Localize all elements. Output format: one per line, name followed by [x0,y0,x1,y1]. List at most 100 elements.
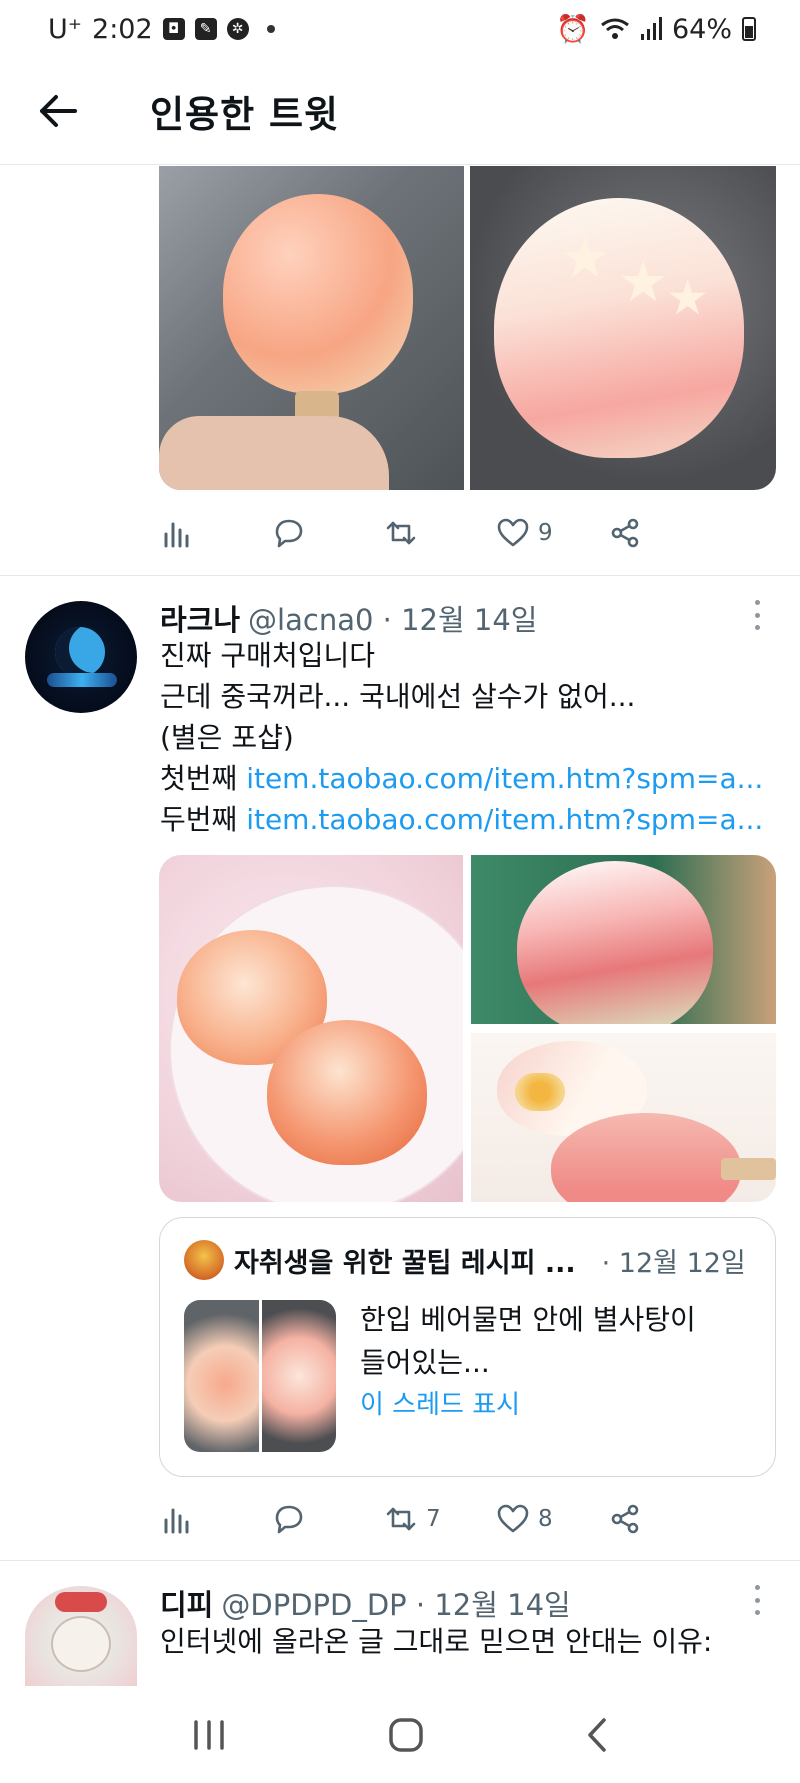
like-count: 9 [538,520,553,546]
candy-dots [515,1073,565,1111]
quote-text-line: 들어있는... [360,1346,490,1379]
water-reflection [47,673,117,687]
home-button[interactable] [388,1717,424,1757]
more-notifications-icon [266,25,275,33]
wifi-icon [601,18,629,39]
dot [754,612,760,618]
heart-icon [497,518,529,547]
link-prefix: 두번째 [160,803,247,836]
alarm-icon: ⏰ [556,14,590,45]
tweet-actions: 7 8 [160,1494,720,1544]
tweet-text: 인터넷에 올라온 글 그대로 믿으면 안대는 이유: [160,1621,712,1662]
tweet-image[interactable] [159,855,463,1202]
quoted-tweet-card[interactable]: 자취생을 위한 꿀팁 레시피 ... · 12월 12일 한입 베어물면 안에 … [159,1217,776,1477]
reply-button[interactable] [272,1502,384,1536]
dot [754,600,760,605]
reply-icon [275,1505,303,1534]
analytics-button[interactable] [160,1502,272,1536]
retweet-button[interactable]: 7 [384,1502,496,1536]
app-header: 인용한 트윗 [0,58,800,165]
taobao-link[interactable]: item.taobao.com/item.htm?spm=a... [246,762,763,795]
like-count: 8 [538,1506,553,1532]
peach-shape [223,194,413,394]
reply-icon [275,519,303,548]
retweet-button[interactable] [384,516,496,550]
retweet-count: 7 [426,1506,441,1532]
avatar-face [51,1616,111,1672]
more-options-button[interactable] [745,1585,769,1615]
link-prefix: 첫번째 [160,762,247,795]
avatar[interactable] [25,1586,137,1686]
tweet-divider [0,575,800,576]
author-handle[interactable]: @lacna0 · 12월 14일 [248,597,537,639]
quote-avatar [184,1240,224,1280]
signal-icon [640,17,662,40]
quote-thumbnail [184,1300,259,1452]
system-back-button[interactable] [585,1717,609,1757]
tweet-line: (별은 포샵) [160,721,294,754]
peach-shape [267,1020,427,1165]
quote-thumbnails [184,1300,336,1452]
chevron-left-icon [588,1717,607,1752]
tweet-image[interactable] [471,855,776,1024]
quote-author-name: 자취생을 위한 꿀팁 레시피 ... [234,1247,576,1279]
tweet-image[interactable] [159,166,464,490]
quote-text: 한입 베어물면 안에 별사탕이 들어있는... 이 스레드 표시 [360,1298,696,1427]
author-name[interactable]: 라크나 [160,597,240,639]
heart-icon [497,1504,529,1533]
clock: 2:02 [92,13,153,45]
star-candy: ★ [666,270,710,326]
battery-icon [742,17,756,41]
tweet-line: 진짜 구매처입니다 [160,639,375,672]
star-candy: ★ [618,250,669,315]
author-name[interactable]: 디피 [160,1582,213,1624]
tweet-link-line: 두번째 item.taobao.com/item.htm?spm=a... [160,799,763,840]
tweet-link-line: 첫번째 item.taobao.com/item.htm?spm=a... [160,758,763,799]
star-candy: ★ [560,226,611,291]
arrow-left-icon [40,95,77,127]
avatar-bow [55,1592,107,1612]
recent-apps-button[interactable] [191,1719,227,1755]
peach-shape [517,861,713,1024]
back-button[interactable] [0,58,118,165]
feather-icon: ✎ [194,18,217,40]
battery-percent: 64% [671,13,732,45]
tweet-line: 인터넷에 올라온 글 그대로 믿으면 안대는 이유: [160,1625,713,1658]
dot [754,1610,760,1615]
dot [754,1597,760,1603]
system-nav-bar [0,1690,800,1783]
retweet-icon [386,521,416,545]
bitten-peach-shape [494,198,744,458]
dot [754,1585,760,1590]
notification-icon: ◘ [162,18,185,40]
share-button[interactable] [608,516,720,550]
quote-date: · 12월 12일 [601,1247,746,1279]
analytics-button[interactable] [160,516,272,550]
status-right: ⏰ 64% [556,13,756,45]
like-button[interactable]: 8 [496,1502,608,1536]
hand-shape [159,416,389,490]
quote-text-line: 한입 베어물면 안에 별사탕이 [360,1303,696,1336]
status-left: U⁺ 2:02 ◘ ✎ ✲ [48,14,275,45]
like-button[interactable]: 9 [496,516,608,550]
more-options-button[interactable] [745,600,769,630]
taobao-link[interactable]: item.taobao.com/item.htm?spm=a... [246,803,763,836]
author-handle[interactable]: @DPDPD_DP · 12월 14일 [221,1582,570,1624]
home-icon [389,1717,423,1752]
tweet-divider [0,1560,800,1561]
show-thread-link[interactable]: 이 스레드 표시 [360,1384,696,1427]
share-icon [611,1504,639,1534]
recent-apps-icon [193,1719,224,1750]
tweet-image[interactable] [471,1033,776,1202]
tweet-actions: 9 [160,508,720,558]
avatar[interactable] [25,601,137,713]
reply-button[interactable] [272,516,384,550]
aperture-icon: ✲ [226,18,249,40]
bar-chart-icon [164,1508,189,1534]
quote-thumbnail [261,1300,336,1452]
status-bar: U⁺ 2:02 ◘ ✎ ✲ ⏰ 64% [0,0,800,58]
tweet-header: 디피 @DPDPD_DP · 12월 14일 [160,1582,571,1624]
share-button[interactable] [608,1502,720,1536]
stick-shape [721,1158,776,1180]
tweet-image[interactable]: ★ ★ ★ [470,166,776,490]
